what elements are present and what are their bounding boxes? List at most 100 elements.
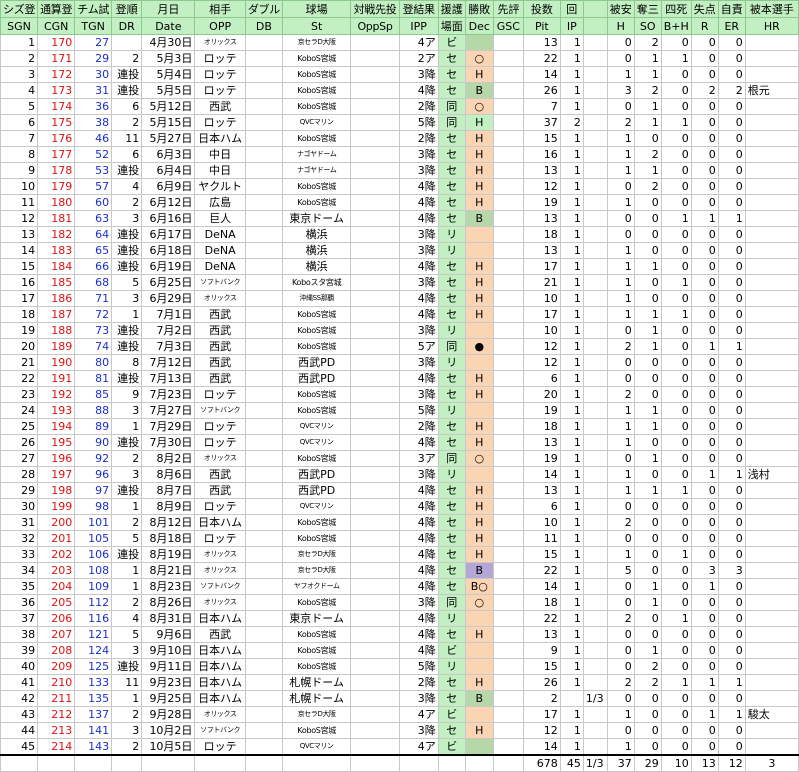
hr-cell xyxy=(744,178,799,195)
dr-cell: 5 xyxy=(111,530,143,547)
totals-row: 678 45 1/3 37 29 10 13 12 3 xyxy=(0,754,799,772)
so-cell: 1 xyxy=(633,162,662,179)
oppsp-cell xyxy=(350,274,400,291)
oppsp-cell xyxy=(350,210,400,227)
stadium-cell: 西武PD xyxy=(281,482,352,499)
table-row: 21 190 80 8 7月12日 西武 西武PD 3降リ 12 1 0 0 0 0 0 xyxy=(0,354,799,371)
date-cell: 8月2日 xyxy=(141,450,196,467)
table-row: 23 192 85 9 7月23日 ロッテ KoboS宮城 3降セ H 20 1 2 0 0 0 0 xyxy=(0,386,799,403)
r-cell: 0 xyxy=(690,194,719,211)
date-cell: 9月25日 xyxy=(141,690,196,707)
bh-cell: 0 xyxy=(660,34,692,51)
ip-fraction-cell xyxy=(582,338,608,355)
scene-cell: 同 xyxy=(437,114,466,131)
db-cell xyxy=(244,466,283,483)
dec-cell: H xyxy=(464,258,494,275)
ip-fraction-cell xyxy=(582,290,608,307)
scene-cell: ビ xyxy=(437,706,466,723)
date-cell: 6月9日 xyxy=(141,178,196,195)
table-row: 30 199 98 1 8月9日 ロッテ QVCマリン 4降セ H 6 1 0 0 0 0 0 xyxy=(0,498,799,515)
date-cell: 8月18日 xyxy=(141,530,196,547)
cgn-cell: 205 xyxy=(37,594,76,611)
er-cell: 0 xyxy=(717,98,746,115)
scene-cell: セ xyxy=(437,82,466,99)
ip-fraction-cell xyxy=(582,322,608,339)
sgn-cell: 9 xyxy=(0,162,39,179)
oppsp-cell xyxy=(350,98,400,115)
opp-cell: ソフトバンク xyxy=(194,578,246,595)
ipp-cell: 4降 xyxy=(398,642,439,659)
h-cell: 1 xyxy=(606,466,635,483)
sgn-cell: 31 xyxy=(0,514,39,531)
date-cell: 8月19日 xyxy=(141,546,196,563)
pit-cell: 26 xyxy=(522,82,561,99)
date-cell: 8月12日 xyxy=(141,514,196,531)
dr-cell: 4 xyxy=(111,610,143,627)
ipp-cell: 5降 xyxy=(398,114,439,131)
pit-cell: 20 xyxy=(522,386,561,403)
pit-cell: 15 xyxy=(522,546,561,563)
header-jp-cell: 対戦先投 xyxy=(350,0,400,18)
tgn-cell: 97 xyxy=(74,482,113,499)
header-jp-cell: 被安 xyxy=(606,0,635,18)
db-cell xyxy=(244,50,283,67)
h-cell: 0 xyxy=(606,210,635,227)
db-cell xyxy=(244,258,283,275)
so-cell: 0 xyxy=(633,530,662,547)
bh-cell: 0 xyxy=(660,162,692,179)
so-cell: 0 xyxy=(633,194,662,211)
gsc-cell xyxy=(492,370,524,387)
dr-cell: 2 xyxy=(111,706,143,723)
pit-cell: 13 xyxy=(522,626,561,643)
ip-cell: 1 xyxy=(559,82,584,99)
bh-cell: 0 xyxy=(660,290,692,307)
header-jp-cell: 援護 xyxy=(437,0,466,18)
tgn-cell: 106 xyxy=(74,546,113,563)
opp-cell: ロッテ xyxy=(194,530,246,547)
so-cell: 2 xyxy=(633,146,662,163)
hr-cell xyxy=(744,290,799,307)
db-cell xyxy=(244,498,283,515)
oppsp-cell xyxy=(350,482,400,499)
header-en-cell: DR xyxy=(111,17,143,35)
db-cell xyxy=(244,178,283,195)
scene-cell: セ xyxy=(437,690,466,707)
header-jp-cell: 回 xyxy=(559,0,584,18)
ipp-cell: 4ア xyxy=(398,34,439,51)
r-cell: 0 xyxy=(690,114,719,131)
dr-cell: 2 xyxy=(111,450,143,467)
so-cell: 2 xyxy=(633,658,662,675)
er-cell: 0 xyxy=(717,162,746,179)
opp-cell: 西武 xyxy=(194,466,246,483)
r-cell: 0 xyxy=(690,98,719,115)
scene-cell: セ xyxy=(437,210,466,227)
ip-fraction-cell xyxy=(582,578,608,595)
opp-cell: DeNA xyxy=(194,258,246,275)
stadium-cell: 東京ドーム xyxy=(281,610,352,627)
oppsp-cell xyxy=(350,738,400,756)
hr-cell: 浅村 xyxy=(744,466,799,483)
ip-cell: 1 xyxy=(559,530,584,547)
ip-fraction-cell xyxy=(582,242,608,259)
h-cell: 1 xyxy=(606,130,635,147)
cgn-cell: 188 xyxy=(37,322,76,339)
stadium-cell: KoboS宮城 xyxy=(281,642,352,659)
date-cell: 7月3日 xyxy=(141,338,196,355)
dec-cell xyxy=(464,34,494,51)
cgn-cell: 174 xyxy=(37,98,76,115)
hr-cell xyxy=(744,194,799,211)
ip-cell: 1 xyxy=(559,546,584,563)
opp-cell: オリックス xyxy=(194,34,246,51)
er-cell: 0 xyxy=(717,418,746,435)
ipp-cell: 3降 xyxy=(398,162,439,179)
r-cell: 0 xyxy=(690,658,719,675)
opp-cell: ソフトバンク xyxy=(194,274,246,291)
table-row: 44 213 141 3 10月2日 ソフトバンク KoboS宮城 3降セ H 12 1 0 0 0 0 0 xyxy=(0,722,799,739)
dr-cell: 連投 xyxy=(111,434,143,451)
table-row: 34 203 108 1 8月21日 オリックス 京セラD大阪 4降セ B 22 1 5 0 0 3 3 xyxy=(0,562,799,579)
cgn-cell: 184 xyxy=(37,258,76,275)
dr-cell: 11 xyxy=(111,130,143,147)
so-cell: 1 xyxy=(633,98,662,115)
so-cell: 1 xyxy=(633,114,662,131)
header-en-cell: CGN xyxy=(37,17,76,35)
